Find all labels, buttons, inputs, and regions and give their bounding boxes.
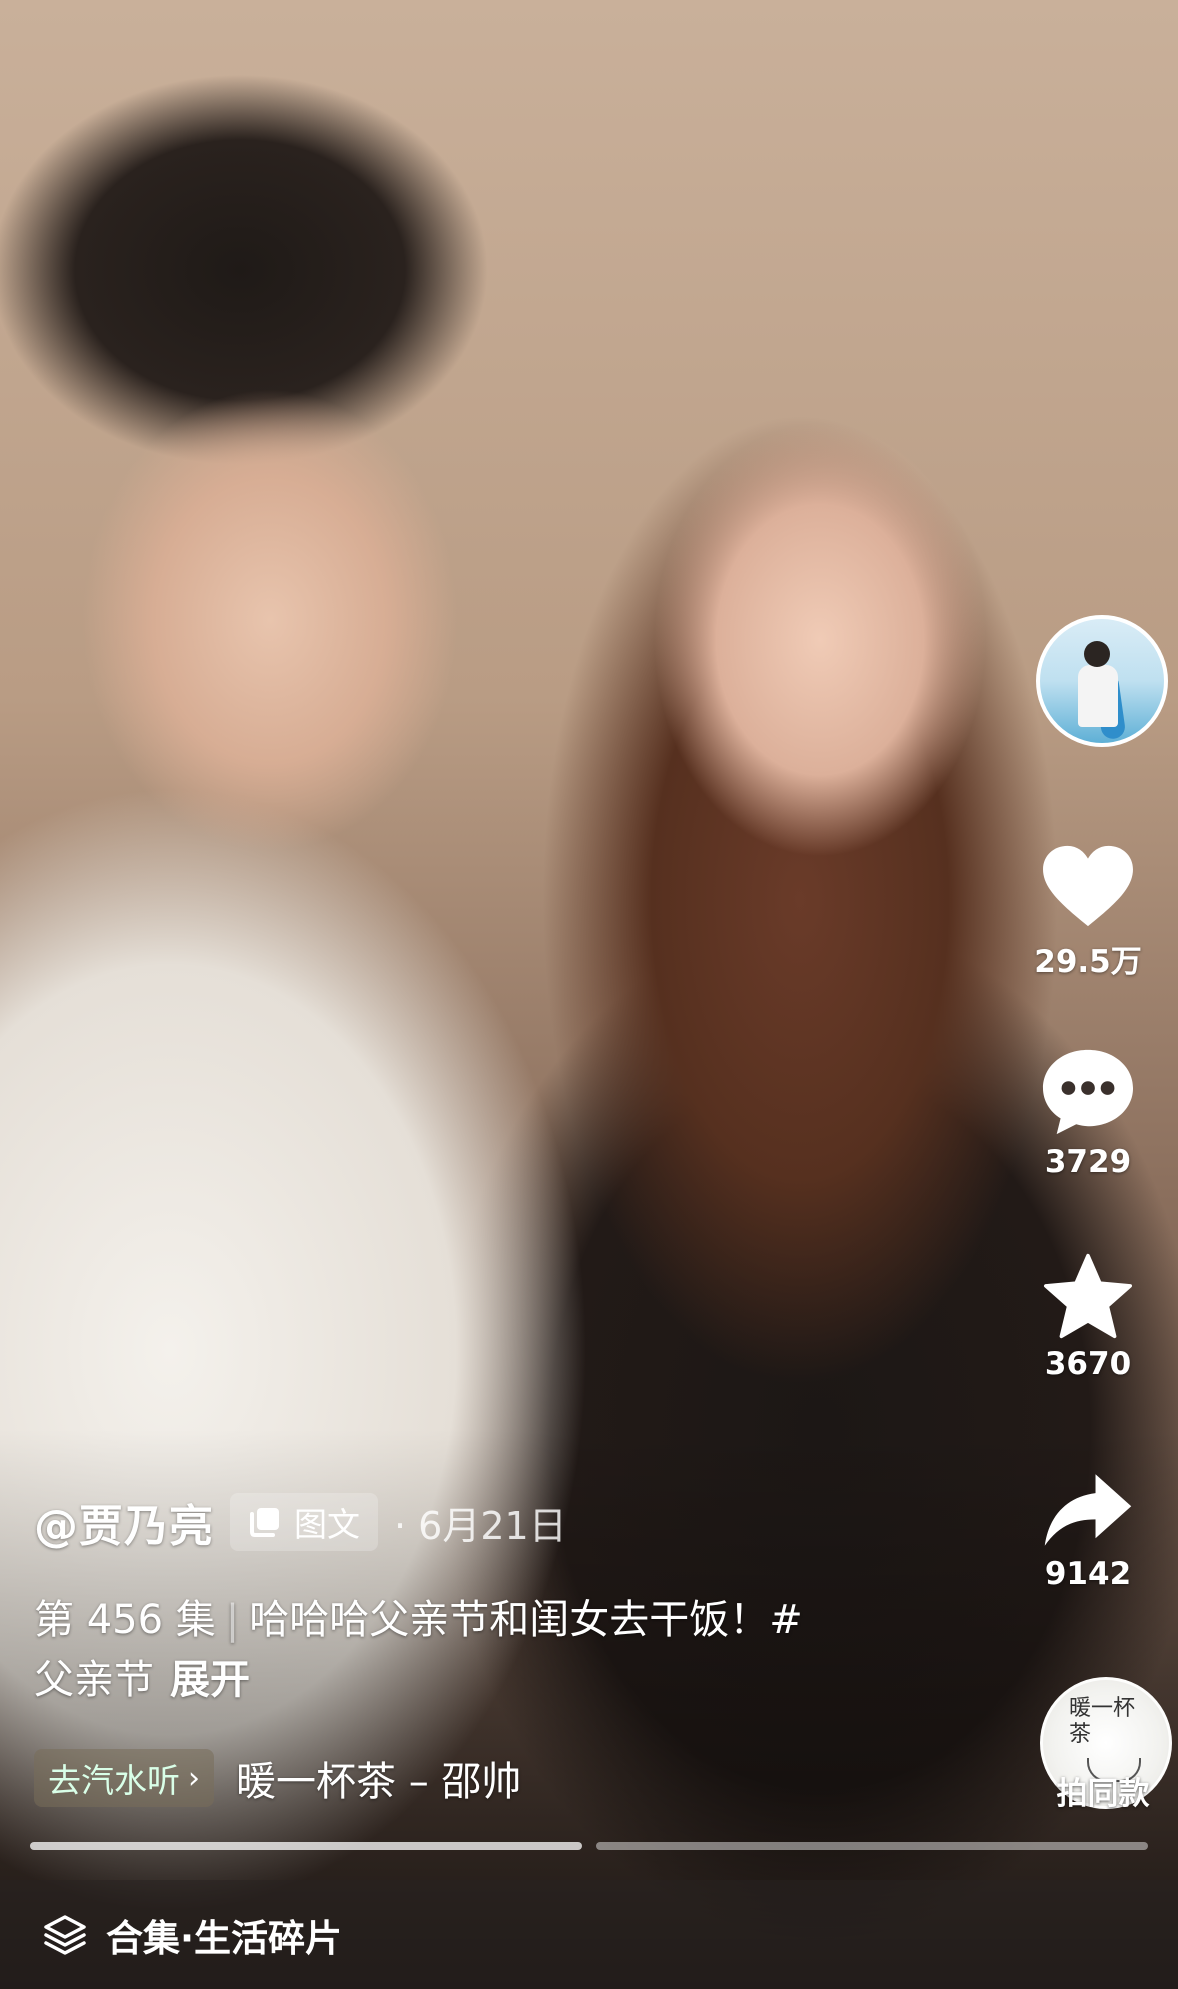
type-tag: 图文 [230,1493,378,1551]
share-count: 9142 [1044,1556,1132,1592]
author-row: @贾乃亮 图文 · 6月21日 [34,1490,567,1554]
comment-count: 3729 [1044,1144,1132,1180]
like-count: 29.5万 [1034,944,1142,980]
listen-in-qishui-button[interactable]: 去汽水听 › [34,1749,214,1807]
progress-segment[interactable] [596,1842,1148,1850]
music-title[interactable]: 暖一杯茶 – 邵帅 [236,1749,521,1807]
type-tag-label: 图文 [294,1505,360,1544]
comment-bubble-icon [998,1046,1178,1138]
author-name[interactable]: @贾乃亮 [34,1490,214,1554]
episode-label: 第 456 集 [34,1597,216,1643]
progress-segment[interactable] [30,1842,582,1850]
gallery-icon [250,1508,279,1537]
like-button[interactable]: 29.5万 [998,842,1178,981]
comment-button[interactable]: 3729 [998,1046,1178,1180]
share-arrow-icon [998,1470,1178,1550]
share-button[interactable]: 9142 [998,1470,1178,1592]
collection-label: 合集·生活碎片 [106,1916,343,1960]
author-avatar[interactable] [1036,615,1168,747]
expand-button[interactable]: 展开 [170,1657,250,1703]
listen-chip-label: 去汽水听 [48,1761,180,1800]
caption-text: 哈哈哈父亲节和闺女去干饭！# [249,1597,803,1643]
avatar-body [1078,665,1118,727]
star-icon [998,1252,1178,1340]
caption-separator: | [225,1597,240,1643]
heart-icon [998,842,1178,930]
same-style-label[interactable]: 拍同款 [1028,1768,1178,1813]
action-rail: 29.5万 3729 3670 9142 暖一杯茶 拍同款 [998,0,1178,1989]
favorite-button[interactable]: 3670 [998,1252,1178,1382]
favorite-count: 3670 [1044,1346,1132,1382]
stack-icon [44,1914,86,1955]
post-date: · 6月21日 [394,1503,567,1548]
hashtag-text[interactable]: 父亲节 [34,1657,154,1703]
disc-art-text: 暖一杯茶 [1069,1696,1136,1747]
collection-bar[interactable]: 合集·生活碎片 [0,1880,1178,1989]
chevron-right-icon: › [188,1760,200,1796]
caption[interactable]: 第 456 集 | 哈哈哈父亲节和闺女去干饭！# 父亲节 展开 [34,1590,914,1710]
image-progress[interactable] [30,1842,1148,1850]
music-row: 去汽水听 › 暖一杯茶 – 邵帅 [34,1748,521,1808]
avatar-head [1084,641,1110,667]
